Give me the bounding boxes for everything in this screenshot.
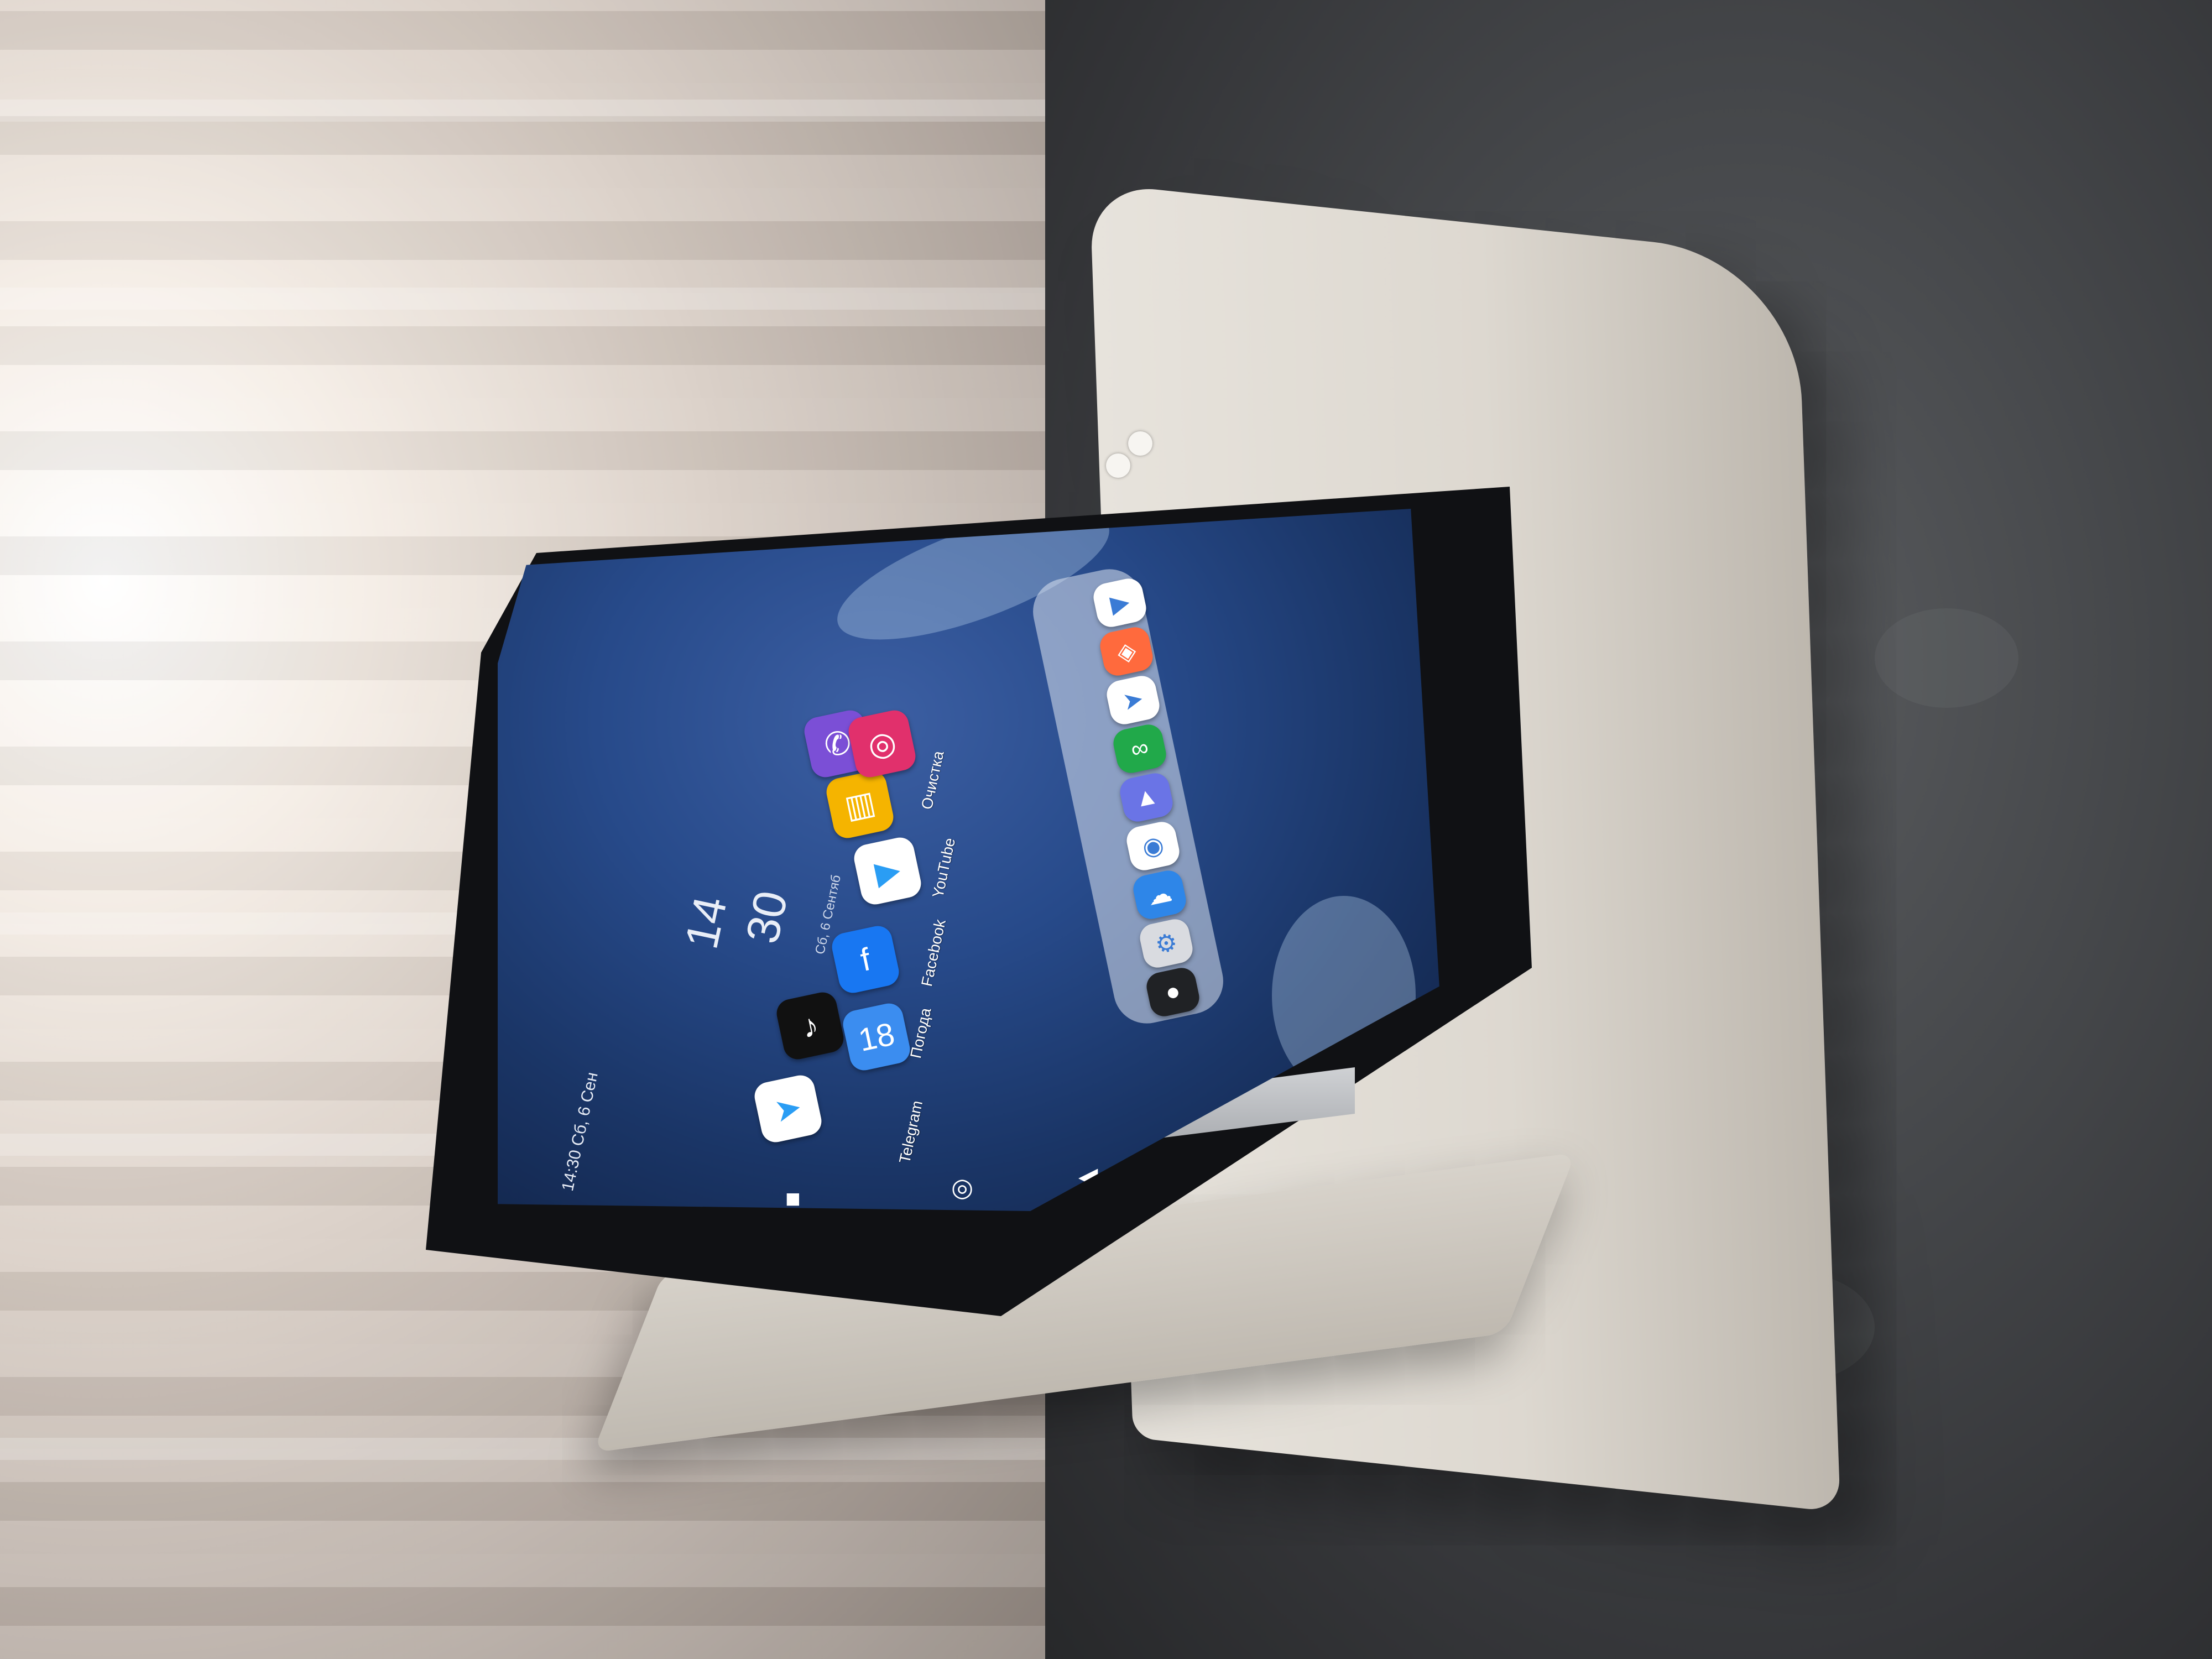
app-label: YouTube (929, 836, 959, 900)
photo-scene: 14:30 Сб, 6 Сен 14 30 Сб, 6 Сентяб ➤ Tele… (0, 0, 2212, 1659)
status-bar: 14:30 Сб, 6 Сен (559, 1070, 602, 1193)
weather-icon[interactable]: 18 (840, 1000, 913, 1073)
clock-minute: 30 (735, 886, 797, 948)
curtain-fold (0, 1438, 1051, 1460)
mount-screw (1106, 453, 1130, 478)
instagram-icon[interactable]: ◎ (846, 707, 919, 780)
facebook-icon[interactable]: f (829, 923, 902, 996)
telegram-icon[interactable]: ➤ (752, 1072, 825, 1145)
wall-texture (1875, 608, 2018, 708)
youtube-icon[interactable]: ▶ (851, 834, 924, 907)
curtain-fold (0, 288, 1051, 310)
mount-screw (1128, 431, 1152, 456)
tablet: 14:30 Сб, 6 Сен 14 30 Сб, 6 Сентяб ➤ Tele… (426, 487, 1532, 1316)
app-label: Погода (907, 1006, 935, 1060)
tiktok-icon[interactable]: ♪ (774, 989, 847, 1062)
app-label: Telegram (896, 1099, 926, 1165)
nav-home-button[interactable]: ◎ (951, 1172, 973, 1202)
nav-recents-button[interactable]: ■ (785, 1183, 801, 1211)
app-label: Facebook (918, 917, 949, 988)
cleaner-icon[interactable]: ▥ (823, 768, 896, 841)
app-label: Очистка (918, 749, 947, 811)
curtain-fold (0, 100, 1051, 122)
clock-hour: 14 (675, 891, 737, 953)
